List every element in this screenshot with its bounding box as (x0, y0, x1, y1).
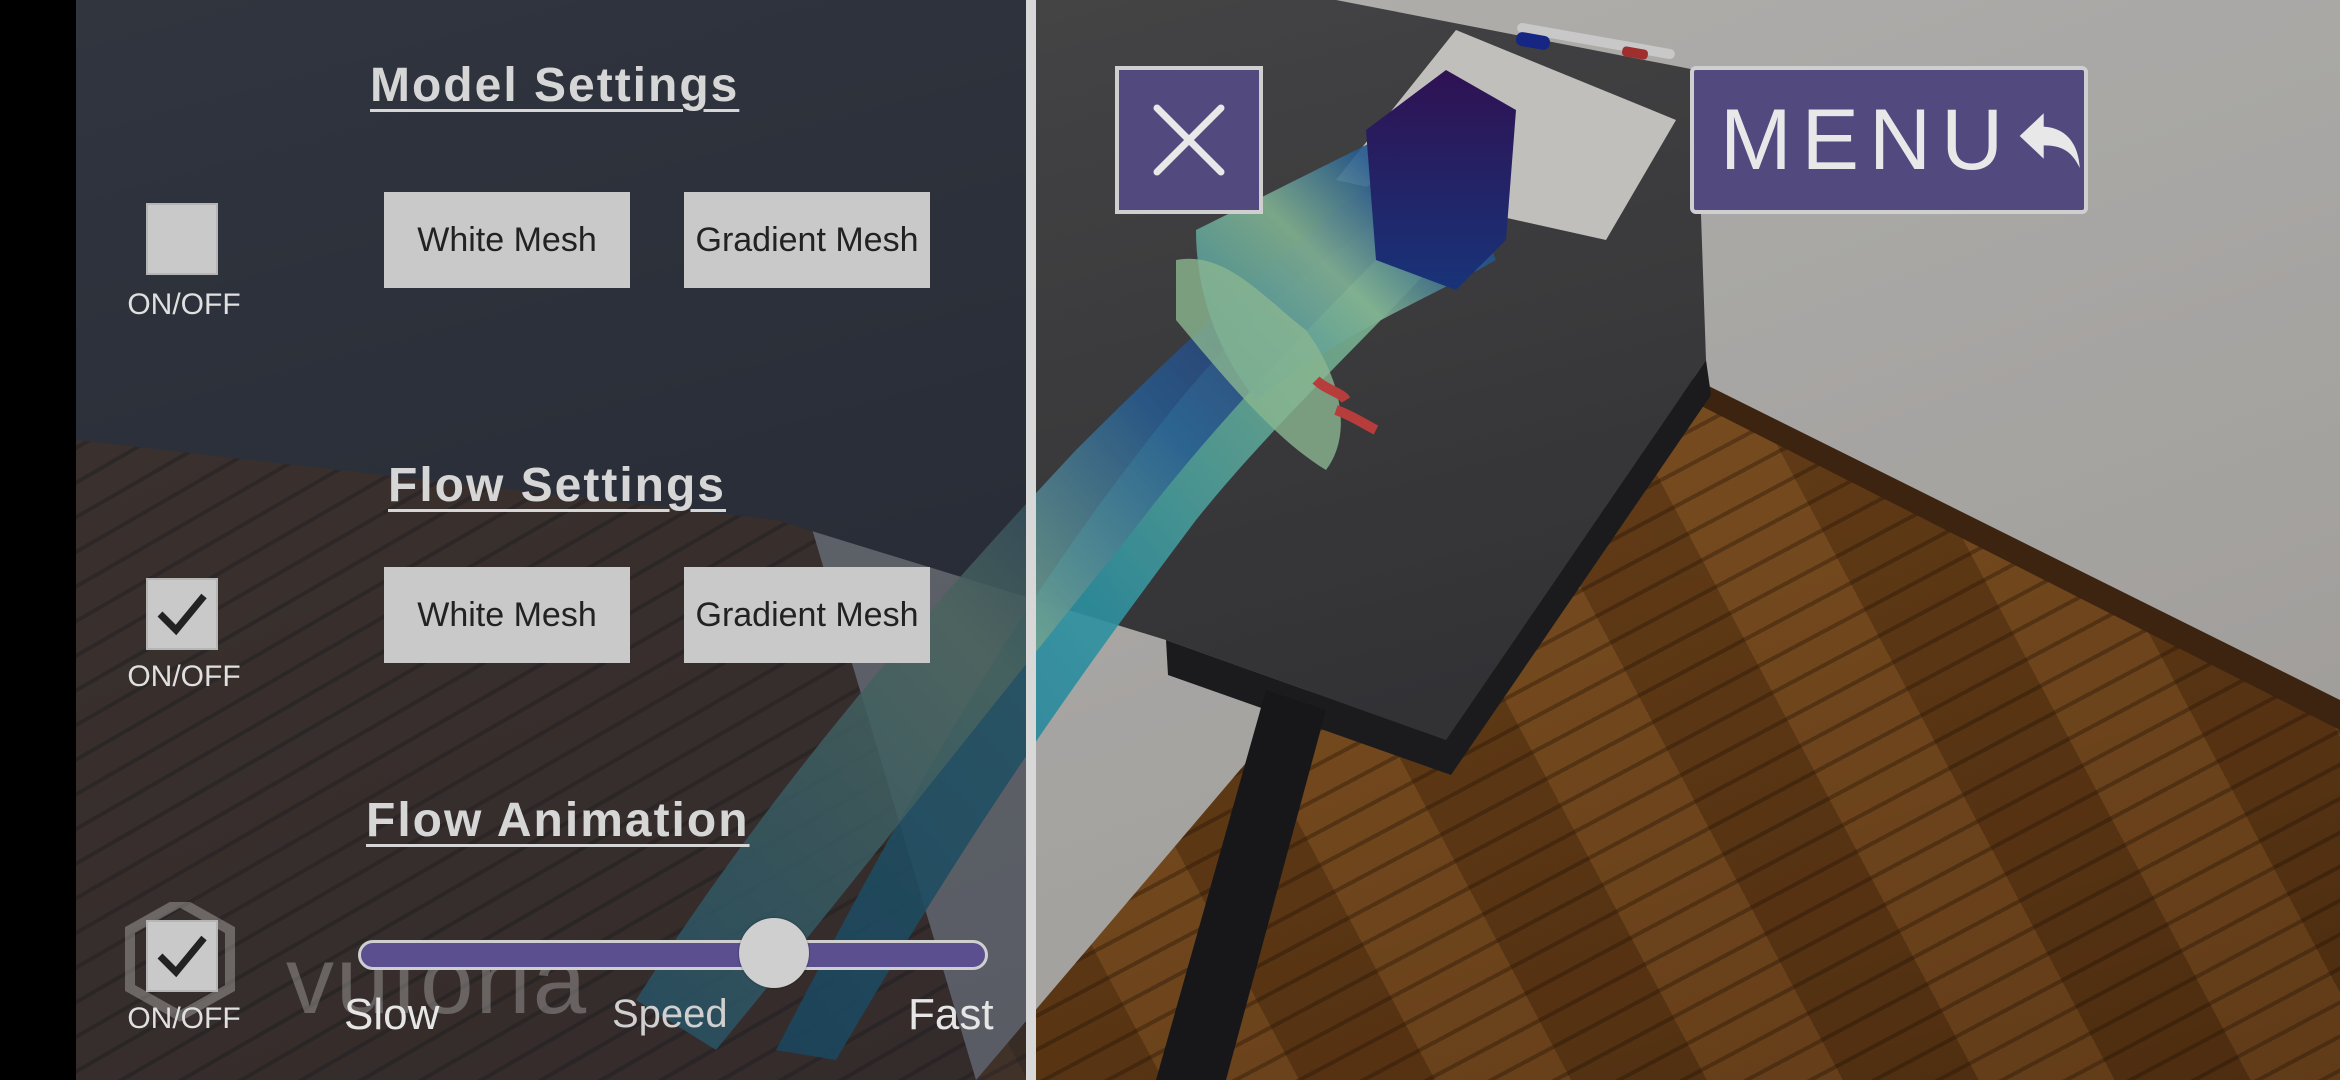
model-settings-title: Model Settings (370, 59, 740, 112)
panel-divider (1026, 0, 1036, 1080)
model-settings-toggle[interactable] (146, 203, 218, 275)
model-white-mesh-button[interactable]: White Mesh (384, 192, 630, 288)
menu-button[interactable]: MENU (1690, 66, 2088, 214)
back-arrow-icon (2019, 113, 2080, 169)
flow-white-mesh-button[interactable]: White Mesh (384, 567, 630, 663)
left-black-bar (0, 0, 76, 1080)
speed-label: Speed (612, 992, 728, 1036)
flow-settings-toggle[interactable] (146, 578, 218, 650)
close-button[interactable] (1115, 66, 1263, 214)
model-settings-toggle-label: ON/OFF (127, 288, 241, 321)
speed-slider-track[interactable] (358, 940, 988, 970)
speed-slider-thumb[interactable] (738, 918, 809, 988)
speed-fast-label: Fast (908, 990, 994, 1039)
flow-animation-toggle[interactable] (146, 920, 218, 992)
model-gradient-mesh-button[interactable]: Gradient Mesh (684, 192, 930, 288)
flow-gradient-mesh-button[interactable]: Gradient Mesh (684, 567, 930, 663)
flow-animation-toggle-label: ON/OFF (127, 1002, 241, 1035)
flow-settings-title: Flow Settings (388, 459, 726, 512)
flow-settings-toggle-label: ON/OFF (127, 660, 241, 693)
menu-label: MENU (1720, 91, 2014, 188)
checkmark-icon (157, 593, 207, 636)
flow-animation-title: Flow Animation (366, 794, 750, 847)
checkmark-icon (157, 935, 207, 978)
close-icon (1153, 104, 1225, 176)
speed-slow-label: Slow (344, 990, 440, 1039)
